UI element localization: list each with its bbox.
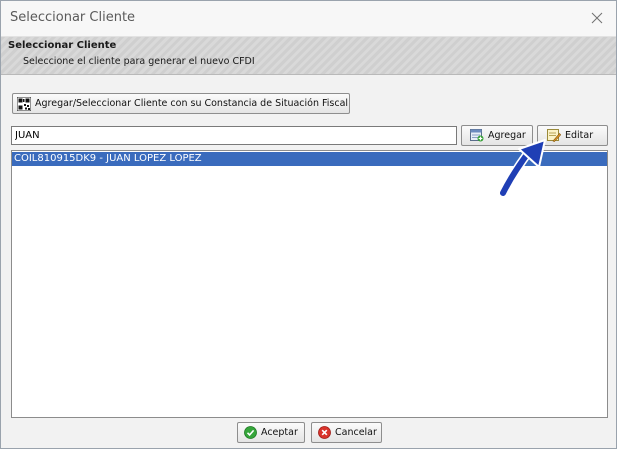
accept-label: Aceptar (261, 427, 298, 438)
close-icon (591, 12, 603, 24)
close-button[interactable] (584, 5, 610, 31)
qr-code-icon (17, 96, 31, 111)
header-title: Seleccionar Cliente (8, 40, 117, 51)
add-client-icon (470, 129, 484, 142)
select-client-dialog: Seleccionar Cliente Seleccionar Cliente … (0, 0, 617, 449)
window-title: Seleccionar Cliente (10, 10, 136, 25)
client-search-input[interactable] (11, 126, 457, 145)
check-icon (244, 426, 257, 439)
title-bar: Seleccionar Cliente (1, 1, 616, 37)
add-select-client-by-tax-certificate-button[interactable]: Agregar/Seleccionar Cliente con su Const… (12, 93, 350, 114)
accept-button[interactable]: Aceptar (237, 422, 305, 443)
cancel-button[interactable]: Cancelar (311, 422, 382, 443)
cancel-icon (318, 426, 331, 439)
dialog-header: Seleccionar Cliente Seleccione el client… (1, 37, 616, 75)
edit-client-label: Editar (565, 130, 594, 141)
cancel-label: Cancelar (335, 427, 377, 438)
qr-button-label: Agregar/Seleccionar Cliente con su Const… (35, 98, 349, 109)
annotation-arrow-icon (498, 139, 546, 198)
header-subtitle: Seleccione el cliente para generar el nu… (23, 56, 255, 67)
